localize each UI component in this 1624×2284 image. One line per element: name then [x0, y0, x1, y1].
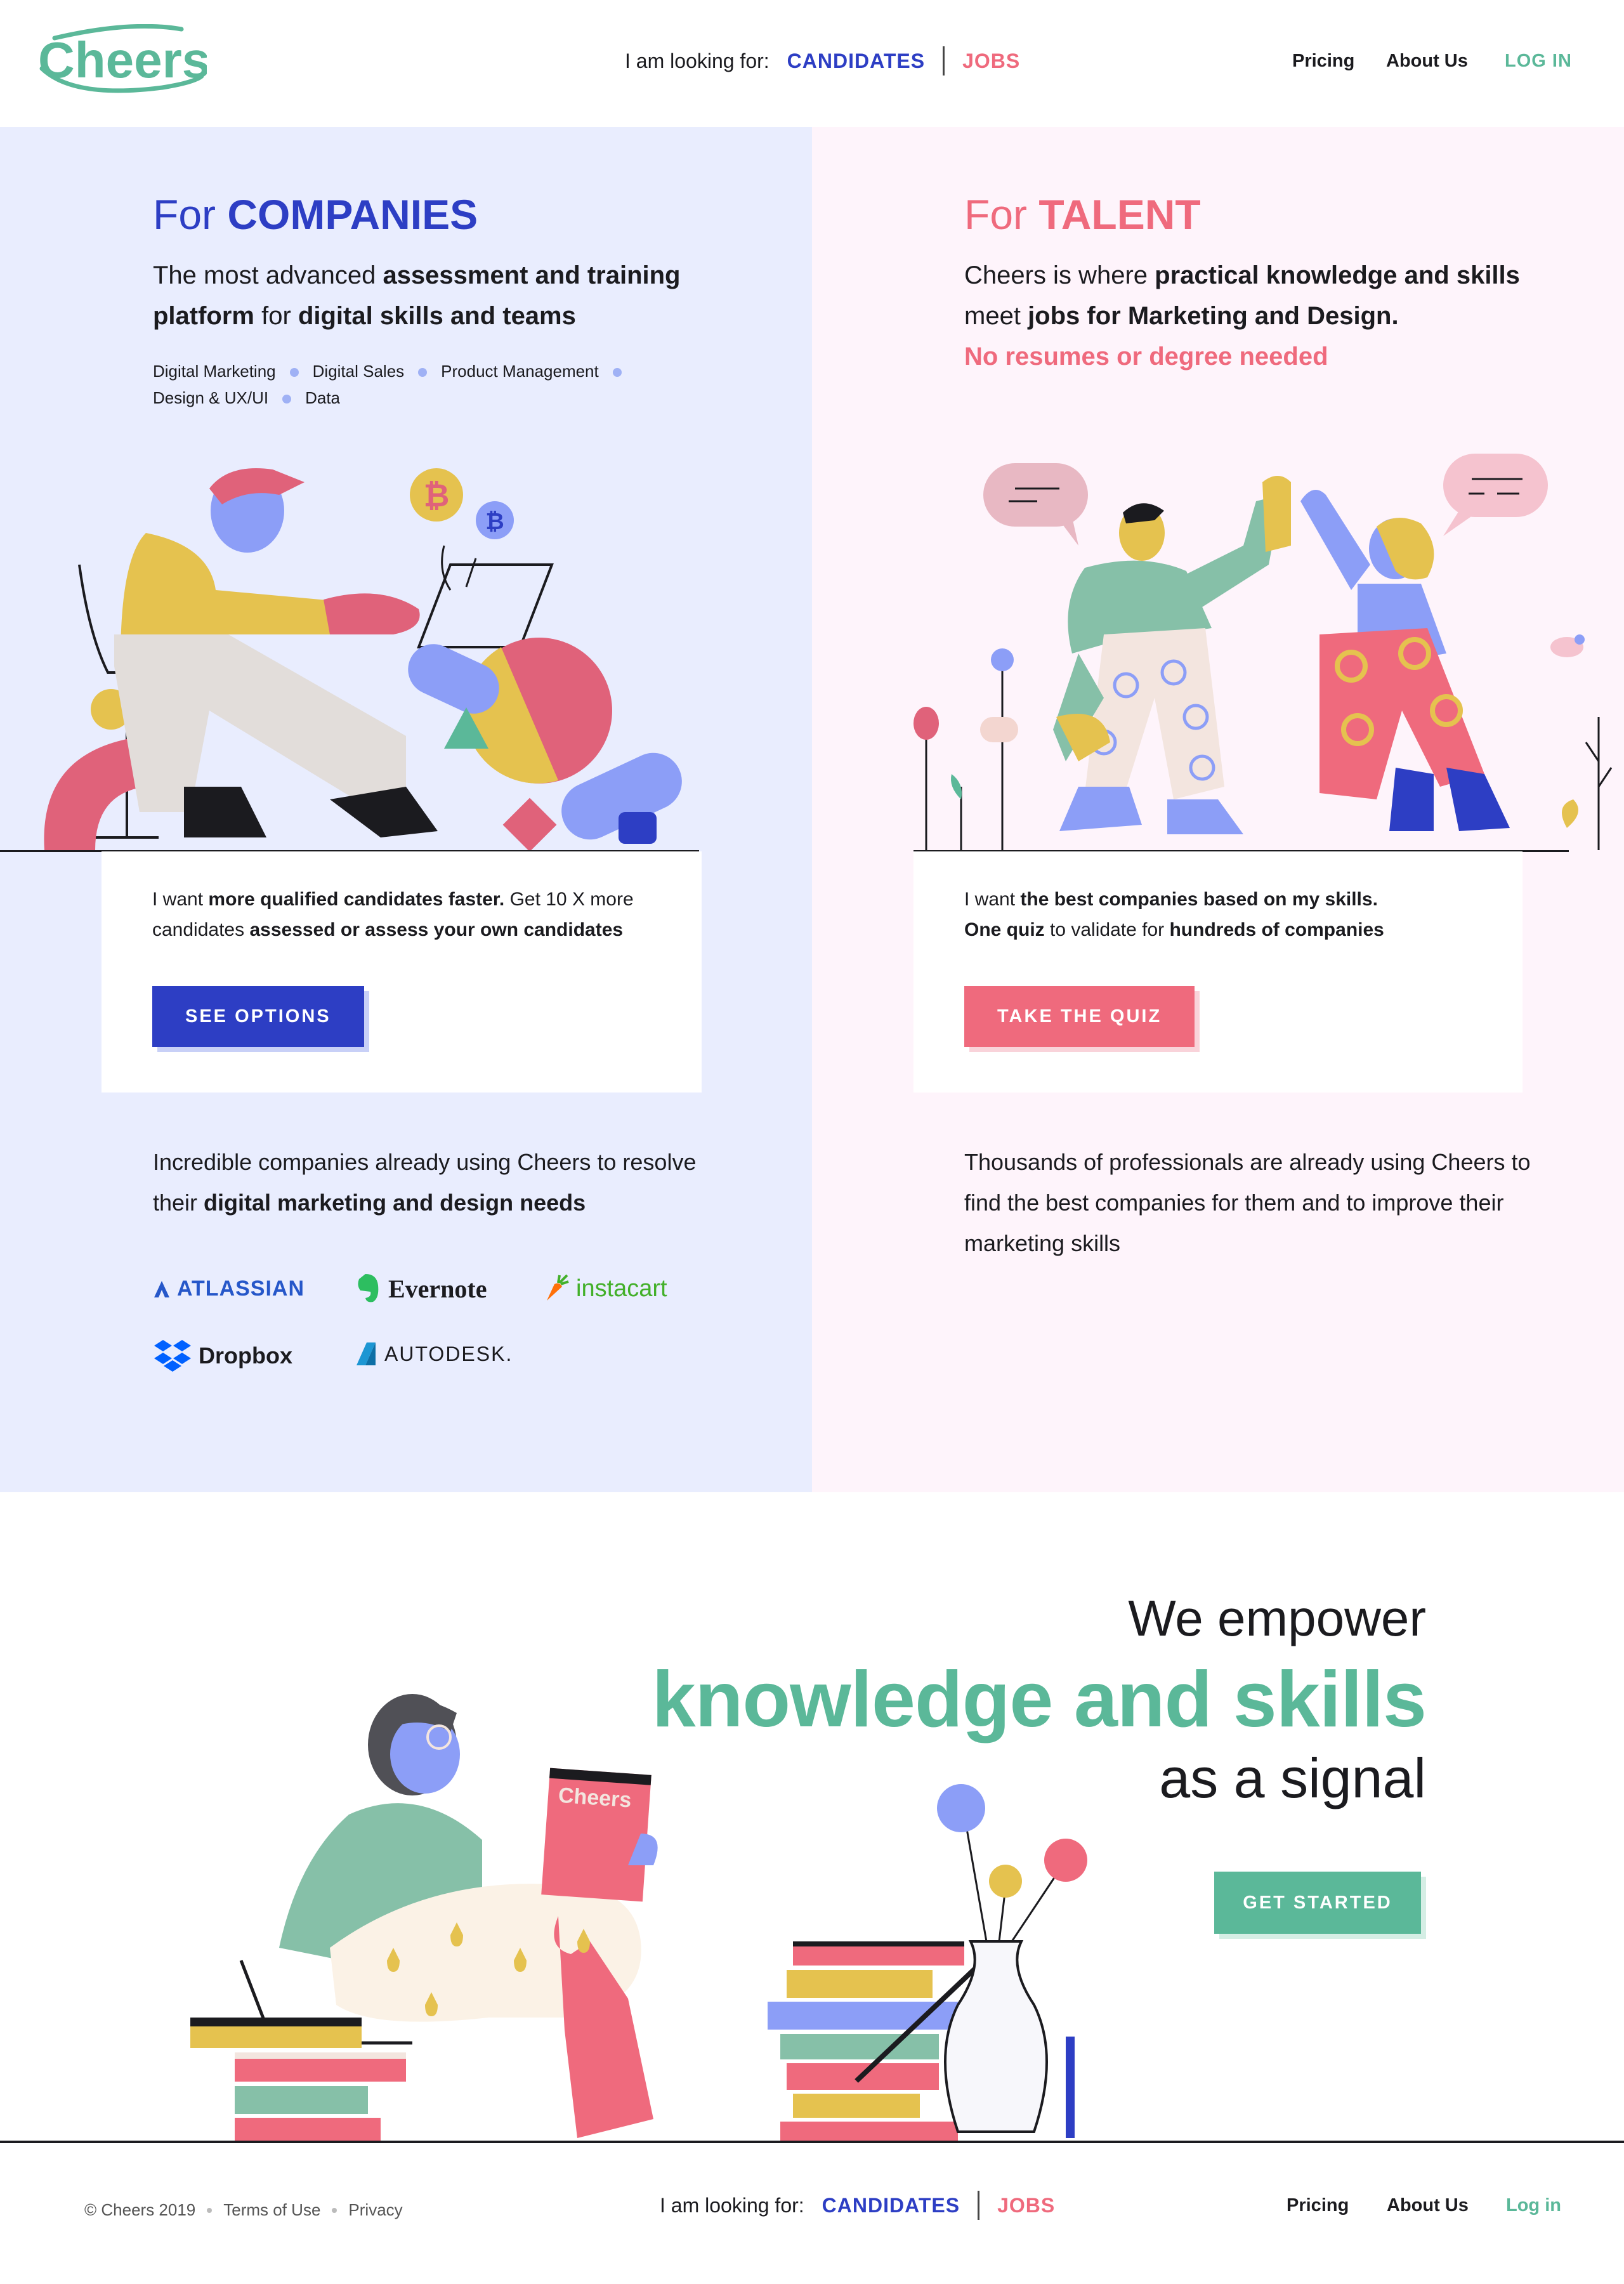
empower-line-3: as a signal: [1159, 1747, 1426, 1809]
cheers-logo[interactable]: Cheers: [36, 24, 207, 97]
talent-title: For TALENT: [964, 190, 1201, 239]
looking-for-switch: I am looking for: CANDIDATES JOBS: [625, 44, 1020, 77]
subtitle-text: The most advanced: [153, 261, 376, 289]
empower-line-1: We empower: [1128, 1590, 1426, 1646]
card-bold: One quiz: [964, 919, 1045, 940]
subtitle-bold: practical knowledge and skills: [1155, 261, 1520, 289]
card-bold: the best companies based on my skills.: [1020, 889, 1378, 910]
evernote-logo: Evernote: [354, 1273, 487, 1304]
card-text: to validate for: [1050, 919, 1165, 940]
subtitle-highlight: No resumes or degree needed: [964, 343, 1328, 371]
companies-trust-text: Incredible companies already using Cheer…: [153, 1142, 724, 1223]
dropbox-icon: [154, 1340, 191, 1372]
talent-subtitle: Cheers is where practical knowledge and …: [964, 255, 1535, 377]
tag: Digital Marketing: [153, 362, 276, 381]
take-the-quiz-button[interactable]: TAKE THE QUIZ: [964, 986, 1195, 1047]
dropbox-logo: Dropbox: [153, 1339, 292, 1373]
atlassian-logo: ATLASSIAN: [153, 1277, 304, 1301]
jobs-link[interactable]: JOBS: [962, 49, 1020, 73]
title-prefix: For: [153, 191, 216, 238]
divider: [978, 2191, 980, 2220]
companies-subtitle: The most advanced assessment and trainin…: [153, 255, 724, 336]
footer-pricing[interactable]: Pricing: [1287, 2195, 1349, 2216]
tag-dot: [289, 368, 299, 377]
subtitle-text: meet: [964, 302, 1021, 330]
autodesk-logo: AUTODESK.: [354, 1341, 513, 1367]
tag: Product Management: [441, 362, 599, 381]
nav-log-in[interactable]: LOG IN: [1505, 51, 1587, 72]
card-text: I want: [964, 889, 1016, 910]
separator-dot: [332, 2207, 337, 2213]
talent-card-text: I want the best companies based on my sk…: [964, 884, 1484, 945]
title-prefix: For: [964, 191, 1027, 238]
footer-log-in[interactable]: Log in: [1506, 2195, 1561, 2216]
looking-for-label: I am looking for:: [660, 2193, 804, 2217]
tag-dot: [282, 395, 292, 404]
nav-about-us[interactable]: About Us: [1386, 51, 1488, 72]
terms-link[interactable]: Terms of Use: [223, 2200, 320, 2220]
site-header: Cheers I am looking for: CANDIDATES JOBS…: [0, 0, 1624, 127]
trust-bold: digital marketing and design needs: [204, 1190, 586, 1216]
evernote-icon: [358, 1274, 379, 1303]
brand-name: AUTODESK.: [384, 1342, 513, 1365]
title-bold: TALENT: [1038, 191, 1201, 238]
candidates-link[interactable]: CANDIDATES: [787, 49, 925, 73]
card-bold: assessed or assess your own candidates: [249, 919, 624, 940]
copyright: © Cheers 2019: [84, 2200, 196, 2219]
companies-card: I want more qualified candidates faster.…: [102, 851, 702, 1093]
reading-woman-illustration: Cheers: [190, 1694, 1087, 2142]
subtitle-text: for: [261, 302, 291, 330]
svg-text:₿: ₿: [485, 508, 504, 534]
candidates-link[interactable]: CANDIDATES: [822, 2194, 960, 2217]
looking-for-label: I am looking for:: [625, 49, 769, 72]
talent-illustration: [914, 454, 1613, 850]
see-options-button[interactable]: SEE OPTIONS: [152, 986, 364, 1047]
title-bold: COMPANIES: [227, 191, 478, 238]
brand-name: Dropbox: [199, 1342, 292, 1368]
tag-dot: [612, 368, 622, 377]
tag: Design & UX/UI: [153, 388, 269, 407]
companies-illustration: ₿ ₿: [44, 468, 682, 852]
separator-dot: [207, 2207, 213, 2213]
svg-text:₿: ₿: [424, 478, 450, 513]
nav-pricing[interactable]: Pricing: [1292, 51, 1375, 72]
companies-title: For COMPANIES: [153, 190, 478, 239]
subtitle-bold: jobs for Marketing and Design.: [1028, 302, 1399, 330]
footer-legal: © Cheers 2019 Terms of Use Privacy: [84, 2200, 403, 2220]
subtitle-bold: digital skills and teams: [298, 302, 576, 330]
card-bold: more qualified candidates faster.: [208, 889, 505, 910]
skill-tags: Digital Marketing Digital Sales Product Ma…: [153, 358, 673, 411]
autodesk-icon: [357, 1342, 376, 1365]
privacy-link[interactable]: Privacy: [348, 2200, 402, 2220]
talent-trust-text: Thousands of professionals are already u…: [964, 1149, 1531, 1256]
get-started-button[interactable]: GET STARTED: [1214, 1872, 1421, 1934]
book-title: Cheers: [558, 1783, 632, 1813]
companies-card-text: I want more qualified candidates faster.…: [152, 884, 672, 945]
site-footer: © Cheers 2019 Terms of Use Privacy I am …: [0, 2143, 1624, 2284]
carrot-icon: [547, 1274, 569, 1301]
divider: [943, 46, 945, 75]
tag: Digital Sales: [312, 362, 405, 381]
footer-about-us[interactable]: About Us: [1387, 2195, 1469, 2216]
footer-looking-for-switch: I am looking for: CANDIDATES JOBS: [660, 2189, 1055, 2222]
brand-name: ATLASSIAN: [177, 1277, 305, 1301]
card-bold: hundreds of companies: [1169, 919, 1384, 940]
atlassian-icon: [154, 1280, 169, 1297]
card-text: I want: [152, 889, 204, 910]
brand-name: instacart: [576, 1275, 667, 1302]
subtitle-text: Cheers is where: [964, 261, 1148, 289]
tag: Data: [305, 388, 340, 407]
tag-dot: [418, 368, 428, 377]
brand-name: Evernote: [388, 1274, 487, 1303]
logo-text: Cheers: [38, 32, 207, 88]
talent-card: I want the best companies based on my sk…: [914, 851, 1522, 1093]
instacart-logo: instacart: [544, 1274, 667, 1303]
jobs-link[interactable]: JOBS: [997, 2194, 1055, 2217]
